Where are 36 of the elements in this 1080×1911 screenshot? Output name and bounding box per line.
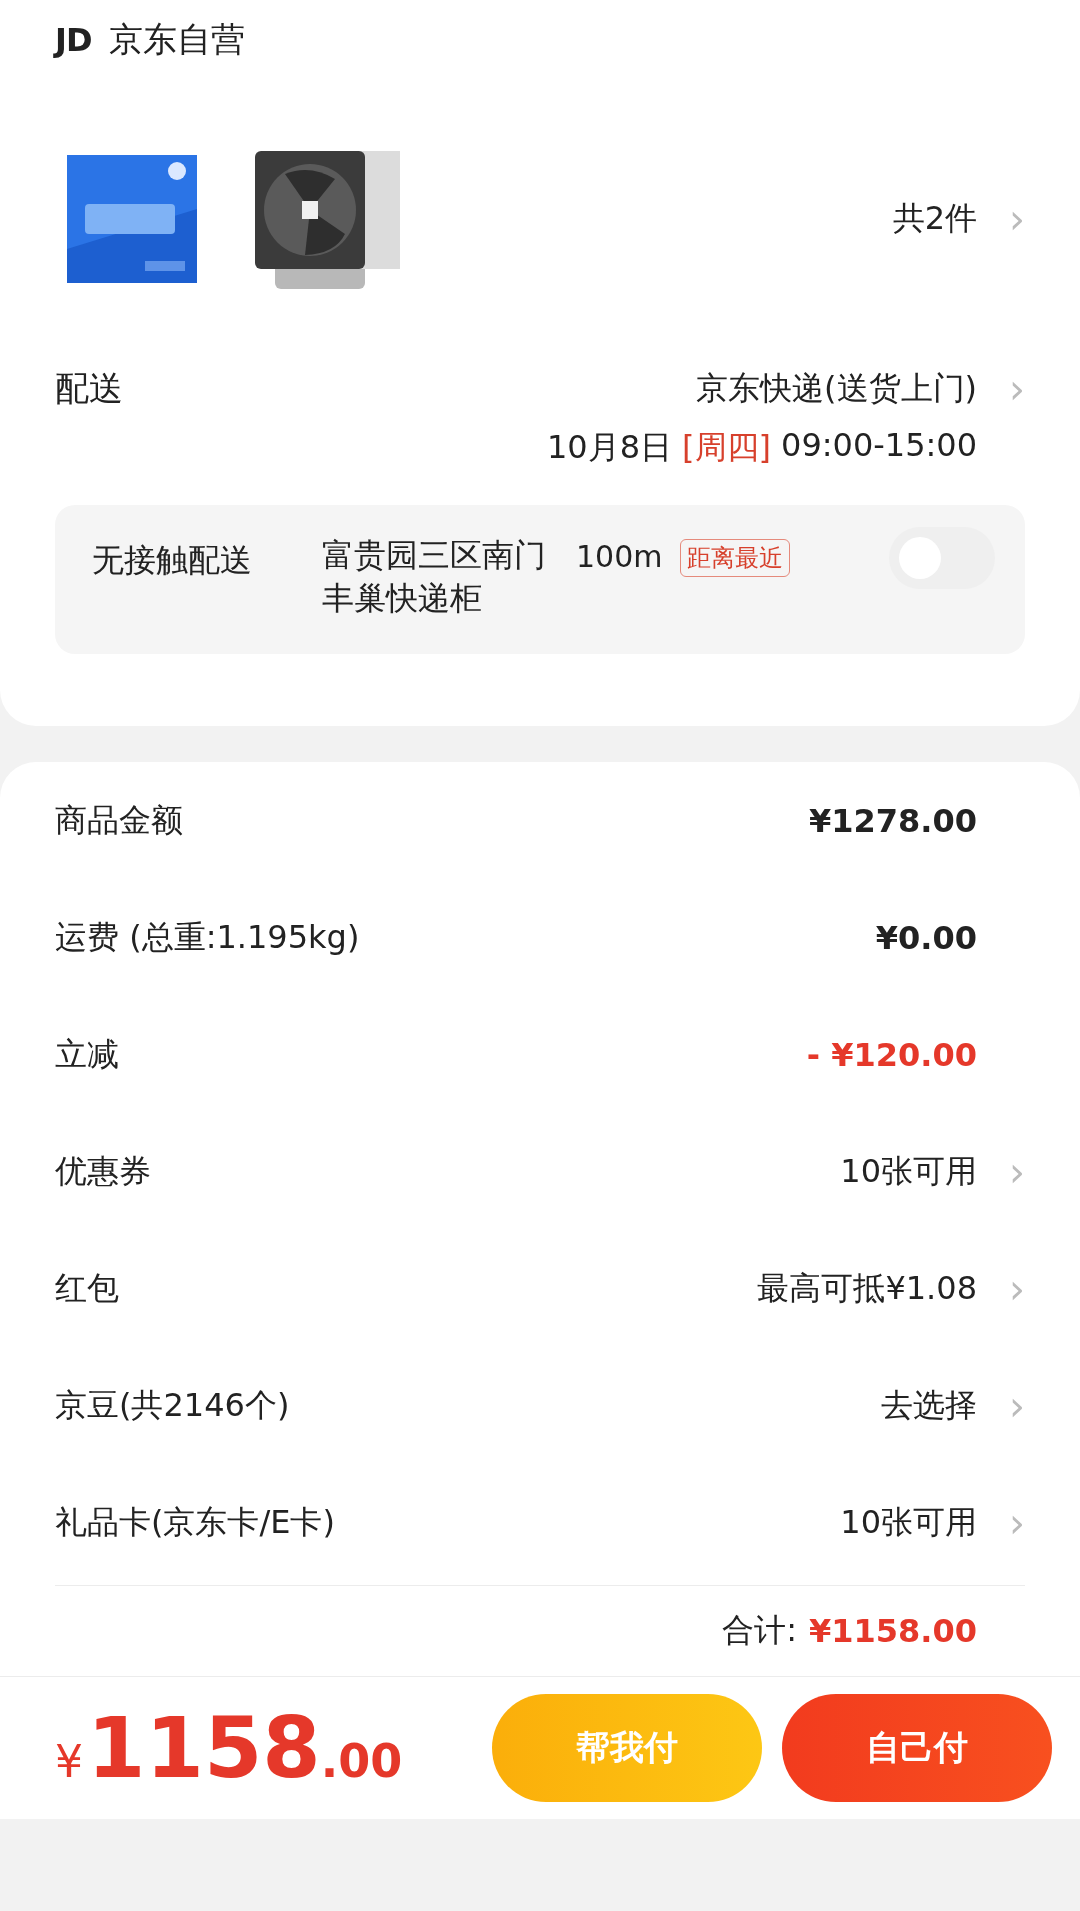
delivery-date: 10月8日 — [546, 427, 673, 468]
summary-value[interactable]: 最高可抵¥1.08 — [757, 1266, 977, 1311]
delivery-time: 09:00-15:00 — [781, 426, 977, 466]
chevron-icon[interactable]: › — [977, 366, 1025, 412]
nearest-tag: 距离最近 — [680, 539, 791, 577]
delivery-weekday: [周四] — [682, 427, 771, 468]
summary-label: 商品金额 — [55, 799, 183, 841]
summary-label: 京豆(共2146个) — [55, 1384, 290, 1426]
locker-name: 富贵园三区南门丰巢快递柜 — [322, 535, 547, 620]
summary-value[interactable]: 去选择 — [881, 1383, 977, 1428]
summary-label: 立减 — [55, 1033, 119, 1075]
total-label: 合计: — [722, 1610, 797, 1652]
summary-value: ¥1278.00 — [809, 801, 977, 840]
summary-value[interactable]: 10张可用 — [840, 1149, 977, 1194]
payable-price: ¥1158.00 — [55, 1699, 403, 1798]
summary-value: - ¥120.00 — [806, 1035, 977, 1074]
chevron-icon[interactable]: › — [977, 1265, 1025, 1312]
store-name: 京东自营 — [109, 18, 246, 61]
summary-label: 礼品卡(京东卡/E卡) — [55, 1501, 335, 1543]
summary-label: 红包 — [55, 1267, 119, 1309]
item-count[interactable]: 共2件 — [892, 197, 977, 241]
summary-label: 优惠券 — [55, 1150, 151, 1192]
chevron-icon[interactable]: › — [977, 1499, 1025, 1546]
summary-value: ¥0.00 — [875, 918, 977, 957]
summary-label: 运费 (总重:1.195kg) — [55, 916, 360, 958]
total-value: ¥1158.00 — [809, 1612, 977, 1651]
summary-value[interactable]: 10张可用 — [840, 1500, 977, 1545]
delivery-method[interactable]: 京东快递(送货上门) — [696, 367, 977, 411]
locker-distance: 100m — [576, 539, 663, 574]
chevron-icon[interactable]: › — [977, 1148, 1025, 1195]
chevron-icon[interactable]: › — [977, 196, 1025, 242]
delivery-label: 配送 — [55, 367, 123, 410]
pay-button[interactable]: 自己付 — [782, 1694, 1052, 1803]
chevron-icon[interactable]: › — [977, 1382, 1025, 1429]
store-logo: JD — [55, 21, 92, 59]
contactless-label: 无接触配送 — [92, 540, 253, 581]
